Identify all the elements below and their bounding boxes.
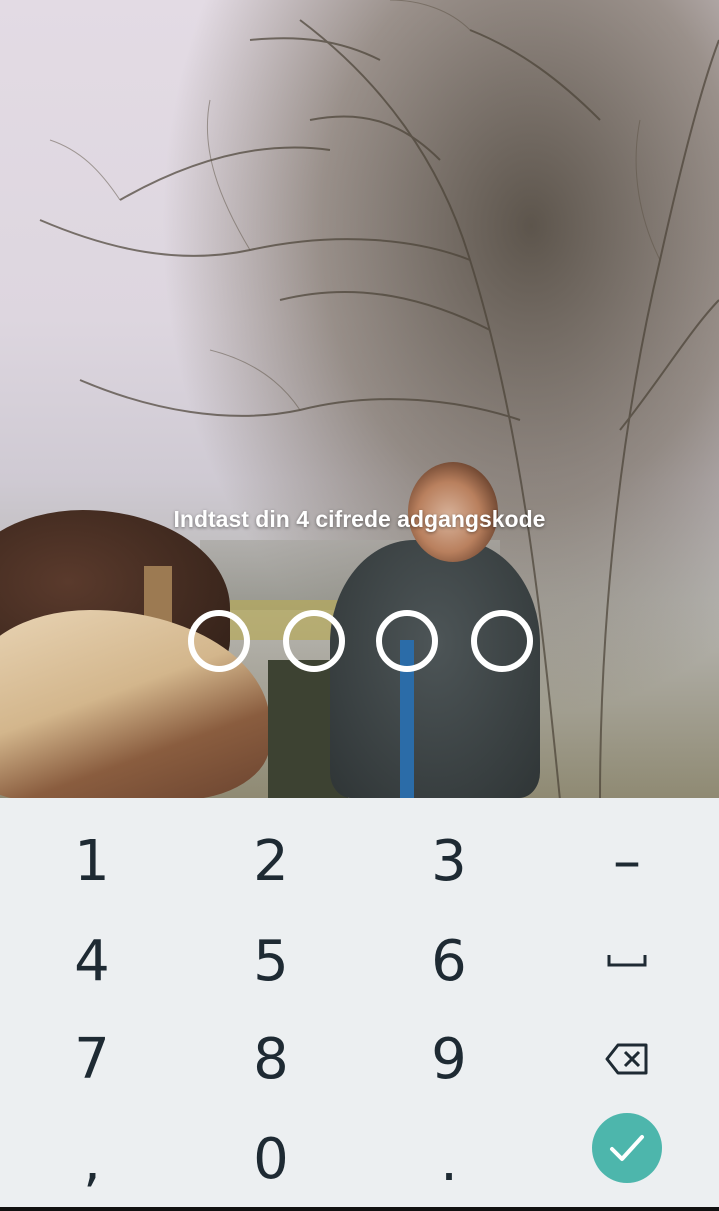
space-icon — [607, 955, 647, 967]
key-4[interactable]: 4 — [32, 916, 152, 1006]
pin-dot — [376, 610, 438, 672]
key-period[interactable]: . — [389, 1116, 509, 1206]
backspace-button[interactable] — [567, 1014, 687, 1104]
backspace-icon — [605, 1043, 648, 1075]
checkmark-icon — [610, 1135, 644, 1161]
key-comma[interactable]: , — [32, 1116, 152, 1206]
key-3[interactable]: 3 — [389, 816, 509, 906]
key-2[interactable]: 2 — [211, 816, 331, 906]
pin-dot — [283, 610, 345, 672]
key-5[interactable]: 5 — [211, 916, 331, 1006]
pin-dot — [188, 610, 250, 672]
key-6[interactable]: 6 — [389, 916, 509, 1006]
pin-indicator — [0, 610, 719, 672]
key-7[interactable]: 7 — [32, 1014, 152, 1104]
confirm-button[interactable] — [592, 1113, 662, 1183]
key-8[interactable]: 8 — [211, 1014, 331, 1104]
pin-dot — [471, 610, 533, 672]
key-dash[interactable]: – — [567, 816, 687, 906]
key-space[interactable] — [567, 916, 687, 1006]
key-1[interactable]: 1 — [32, 816, 152, 906]
pin-prompt: Indtast din 4 cifrede adgangskode — [173, 506, 546, 532]
key-9[interactable]: 9 — [389, 1014, 509, 1104]
key-0[interactable]: 0 — [211, 1114, 331, 1204]
bottom-edge — [0, 1207, 719, 1211]
background-photo — [0, 0, 719, 798]
